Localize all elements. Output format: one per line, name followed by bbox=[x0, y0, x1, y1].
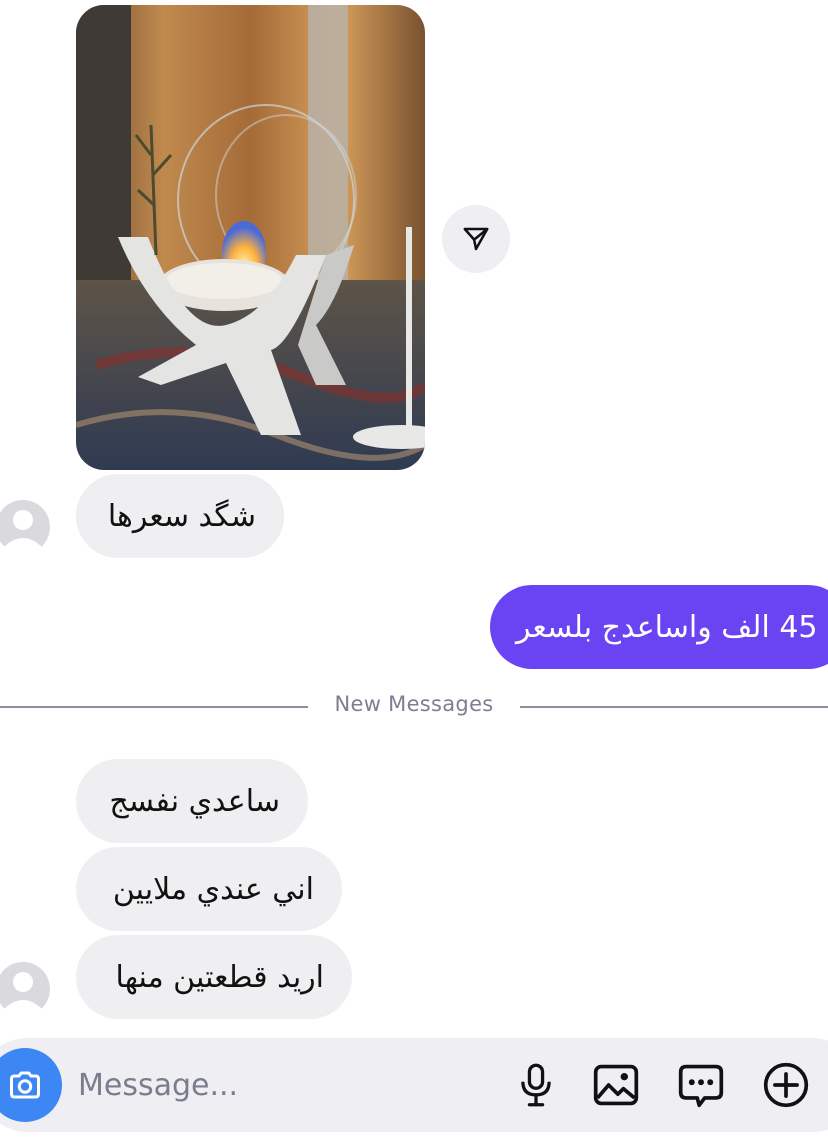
camera-icon bbox=[10, 1071, 40, 1099]
message-text: اريد قطعتين منها bbox=[115, 959, 324, 995]
sticker-chat-button[interactable] bbox=[675, 1059, 727, 1111]
message-text: اني عندي ملايين bbox=[112, 871, 314, 907]
plus-button[interactable] bbox=[760, 1059, 812, 1111]
chat-screen: شگد سعرها 45 الف واساعدج بلسعر New Messa… bbox=[0, 0, 828, 1142]
send-icon bbox=[463, 227, 489, 251]
gallery-button[interactable] bbox=[590, 1059, 642, 1111]
outgoing-message[interactable]: 45 الف واساعدج بلسعر bbox=[490, 585, 828, 669]
divider-line-left bbox=[0, 706, 308, 708]
message-text: 45 الف واساعدج بلسعر bbox=[516, 609, 818, 645]
default-user-icon bbox=[0, 962, 50, 1018]
plus-icon bbox=[763, 1062, 809, 1108]
sender-avatar[interactable] bbox=[0, 498, 50, 556]
sender-avatar[interactable] bbox=[0, 960, 50, 1018]
incoming-message[interactable]: شگد سعرها bbox=[76, 474, 284, 558]
fireplace-photo-message[interactable] bbox=[76, 5, 425, 470]
default-user-icon bbox=[0, 500, 50, 556]
share-button[interactable] bbox=[442, 205, 510, 273]
new-messages-divider-label: New Messages bbox=[334, 692, 494, 716]
gallery-icon bbox=[593, 1064, 639, 1106]
incoming-message[interactable]: اريد قطعتين منها bbox=[76, 935, 352, 1019]
sticker-chat-icon bbox=[678, 1064, 724, 1108]
message-text: شگد سعرها bbox=[107, 498, 256, 534]
incoming-message[interactable]: اني عندي ملايين bbox=[76, 847, 342, 931]
message-text: ساعدي نفسج bbox=[109, 783, 280, 819]
fireplace-photo bbox=[76, 5, 425, 470]
incoming-message[interactable]: ساعدي نفسج bbox=[76, 759, 308, 843]
microphone-button[interactable] bbox=[510, 1059, 562, 1111]
divider-line-right bbox=[520, 706, 828, 708]
message-input[interactable] bbox=[78, 1058, 478, 1112]
microphone-icon bbox=[521, 1063, 551, 1107]
